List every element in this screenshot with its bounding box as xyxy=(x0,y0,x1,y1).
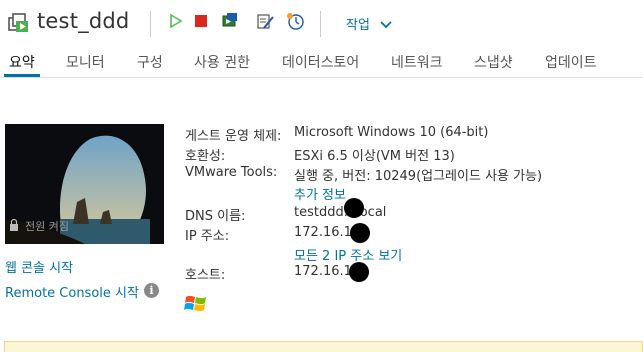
edit-settings-icon[interactable] xyxy=(256,12,274,30)
web-console-link[interactable]: 웹 콘솔 시작 xyxy=(5,257,73,276)
tab-permissions[interactable]: 사용 권한 xyxy=(194,52,250,72)
all-ip-addresses-link[interactable]: 모든 2 IP 주소 보기 xyxy=(294,245,402,264)
ip-address-label: IP 주소: xyxy=(185,229,230,244)
guest-os-label: 게스트 운영 체제: xyxy=(185,129,282,144)
tab-updates[interactable]: 업데이트 xyxy=(545,52,597,72)
vm-header: test_ddd 작업 xyxy=(0,0,643,46)
chevron-down-icon xyxy=(380,21,392,29)
vm-name-title: test_ddd xyxy=(37,9,130,33)
power-state-label: 전원 켜짐 xyxy=(25,220,69,233)
redaction-mark xyxy=(349,262,369,282)
tab-networks[interactable]: 네트워크 xyxy=(391,52,443,72)
tab-monitor[interactable]: 모니터 xyxy=(66,52,105,72)
header-divider xyxy=(320,11,321,37)
console-thumbnail[interactable]: 전원 켜짐 xyxy=(5,124,164,244)
tab-summary[interactable]: 요약 xyxy=(9,52,35,72)
compatibility-label: 호환성: xyxy=(185,149,226,164)
redaction-mark xyxy=(344,198,364,218)
tab-snapshots[interactable]: 스냅샷 xyxy=(474,52,513,72)
header-divider xyxy=(150,11,151,37)
tab-datastores[interactable]: 데이터스토어 xyxy=(282,52,359,72)
tab-configure[interactable]: 구성 xyxy=(137,52,163,72)
info-icon[interactable]: i xyxy=(144,283,159,298)
guest-os-value: Microsoft Windows 10 (64-bit) xyxy=(294,125,489,140)
redaction-mark xyxy=(350,223,370,243)
console-icon[interactable] xyxy=(221,12,239,30)
vmware-tools-value: 실행 중, 버전: 10249(업그레이드 사용 가능) xyxy=(294,169,543,184)
more-info-link[interactable]: 추가 정보 xyxy=(294,184,346,203)
power-off-icon[interactable] xyxy=(192,12,210,30)
power-on-icon[interactable] xyxy=(166,12,184,30)
snapshot-icon[interactable] xyxy=(286,12,304,30)
vm-icon xyxy=(8,13,28,32)
actions-label: 작업 xyxy=(346,18,370,33)
compatibility-value: ESXi 6.5 이상(VM 버전 13) xyxy=(294,149,455,164)
lock-icon xyxy=(10,218,18,231)
dns-name-label: DNS 이름: xyxy=(185,209,246,224)
windows-logo-icon xyxy=(184,295,206,312)
tab-bar: 요약 모니터 구성 사용 권한 데이터스토어 네트워크 스냅샷 업데이트 xyxy=(0,46,643,78)
warning-banner xyxy=(4,341,643,352)
actions-menu[interactable]: 작업 xyxy=(346,14,392,33)
host-label: 호스트: xyxy=(185,268,226,283)
remote-console-link[interactable]: Remote Console 시작 xyxy=(5,282,139,301)
vmware-tools-label: VMware Tools: xyxy=(185,165,278,180)
dns-name-value: testddd. .local xyxy=(294,205,387,220)
active-tab-indicator xyxy=(4,74,40,77)
